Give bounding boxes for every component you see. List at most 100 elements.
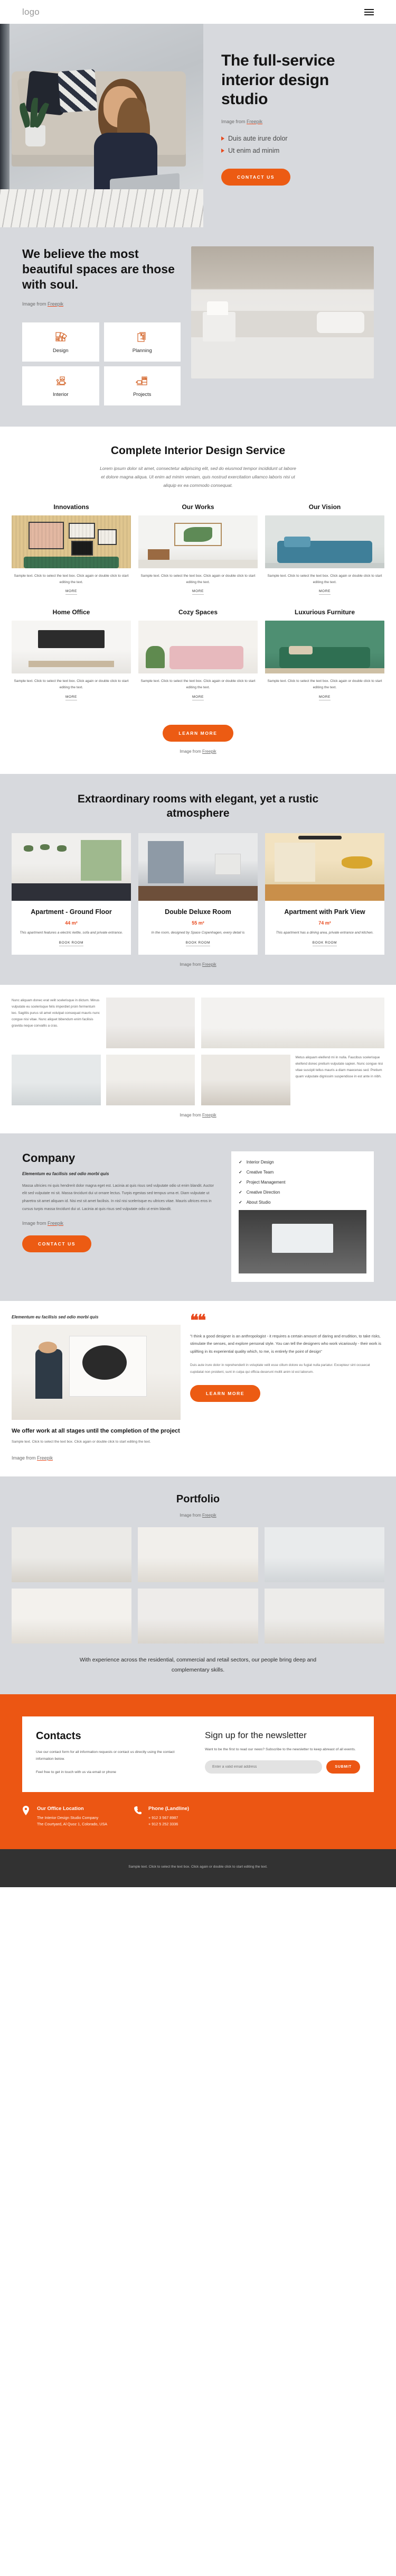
rooms-section: Extraordinary rooms with elegant, yet a … (0, 773, 396, 985)
credit-link[interactable]: Freepik (48, 1221, 63, 1226)
art-image (12, 1324, 181, 1420)
company-contact-button[interactable]: CONTACT US (22, 1235, 92, 1253)
service-card-more-link[interactable]: MORE (192, 695, 204, 700)
service-card-more-link[interactable]: MORE (192, 589, 204, 595)
hero-content: The full-service interior design studio … (203, 24, 396, 227)
checklist-item[interactable]: ✓ Interior Design (239, 1160, 366, 1165)
service-card-image (265, 621, 384, 674)
credit-prefix: Image from (180, 1112, 202, 1118)
credit-prefix: Image from (180, 1512, 202, 1518)
checklist-item[interactable]: ✓ Creative Team (239, 1170, 366, 1175)
company-lead: Elementum eu facilisis sed odio morbi qu… (22, 1171, 109, 1176)
feature-card-label: Projects (133, 392, 152, 398)
service-card: Our Vision Sample text. Click to select … (265, 503, 384, 595)
art-text: Sample text. Click to select the text bo… (12, 1440, 151, 1444)
room-card[interactable]: Apartment - Ground Floor 44 m² This apar… (12, 833, 131, 955)
feature-card-design[interactable]: Design (22, 322, 99, 362)
credit-link[interactable]: Freepik (247, 119, 262, 124)
portfolio-image[interactable] (12, 1588, 132, 1644)
color-palette-icon (55, 332, 67, 341)
service-card: Our Works Sample text. Click to select t… (138, 503, 258, 595)
service-card-image (138, 515, 258, 569)
contact-info-column: Contacts Use our contact form for all in… (36, 1730, 189, 1776)
hero-image-credit: Image from Freepik (221, 119, 378, 124)
service-card-text: Sample text. Click to select the text bo… (140, 574, 256, 584)
contacts-paragraph-2: Feel free to get in touch with us via em… (36, 1770, 116, 1775)
art-quote-section: Elementum eu facilisis sed odio morbi qu… (0, 1300, 396, 1476)
feature-card-label: Planning (132, 348, 152, 354)
hero-image (0, 24, 203, 227)
rooms-image-credit: Image from Freepik (12, 962, 384, 967)
service-card-title: Our Works (182, 503, 214, 511)
hero-bullet-list: Duis aute irure dolor Ut enim ad minim (221, 135, 378, 154)
room-card-book-link[interactable]: BOOK ROOM (59, 941, 84, 946)
service-card-image (12, 515, 131, 569)
company-content: Company Elementum eu facilisis sed odio … (22, 1151, 218, 1282)
credit-link[interactable]: Freepik (202, 1113, 216, 1118)
checklist-label: Creative Direction (246, 1189, 280, 1195)
newsletter-submit-button[interactable]: SUBMIT (326, 1760, 360, 1774)
service-card: Cozy Spaces Sample text. Click to select… (138, 608, 258, 700)
portfolio-image[interactable] (138, 1527, 258, 1582)
portfolio-image[interactable] (138, 1588, 258, 1644)
art-image-credit: Image from Freepik (12, 1455, 181, 1461)
room-card[interactable]: Double Deluxe Room 55 m² In the room, de… (138, 833, 258, 955)
service-card-text: Sample text. Click to select the text bo… (14, 574, 129, 584)
armchair-lamp-icon (56, 376, 66, 385)
room-card-title: Apartment - Ground Floor (31, 908, 112, 916)
check-icon: ✓ (239, 1169, 242, 1175)
credit-link[interactable]: Freepik (202, 1513, 216, 1518)
checklist-item[interactable]: ✓ Creative Direction (239, 1190, 366, 1195)
believe-image (191, 246, 374, 378)
checklist-item[interactable]: ✓ Project Management (239, 1180, 366, 1185)
service-card-more-link[interactable]: MORE (65, 695, 77, 700)
hero-contact-button[interactable]: CONTACT US (221, 168, 291, 186)
portfolio-image[interactable] (264, 1588, 384, 1644)
quote-learn-more-button[interactable]: LEARN MORE (190, 1385, 261, 1402)
service-learn-more-button[interactable]: LEARN MORE (163, 724, 233, 742)
phone-block: Phone (Landline) + 912 3 567 8987 + 912 … (134, 1806, 189, 1828)
phone-line-1: + 912 3 567 8987 (148, 1815, 178, 1820)
hamburger-menu-icon[interactable] (364, 8, 374, 15)
service-subtitle: Lorem ipsum dolor sit amet, consectetur … (100, 466, 296, 488)
check-icon: ✓ (239, 1179, 242, 1185)
gallery-image (201, 1054, 290, 1105)
service-card-more-link[interactable]: MORE (65, 589, 77, 595)
room-card-text: This apartment has a dining area, privat… (276, 930, 374, 935)
feature-card-interior[interactable]: Interior (22, 366, 99, 406)
service-card-more-link[interactable]: MORE (319, 695, 331, 700)
service-card-more-link[interactable]: MORE (319, 589, 331, 595)
credit-link[interactable]: Freepik (37, 1455, 53, 1461)
credit-link[interactable]: Freepik (202, 749, 216, 754)
room-card-book-link[interactable]: BOOK ROOM (185, 941, 211, 946)
newsletter-form: SUBMIT (205, 1760, 360, 1774)
check-icon: ✓ (239, 1189, 242, 1195)
portfolio-image[interactable] (264, 1527, 384, 1582)
credit-prefix: Image from (221, 118, 247, 124)
believe-content: We believe the most beautiful spaces are… (22, 246, 181, 406)
room-card-text: This apartment features a electric kettl… (20, 930, 123, 935)
room-card-book-link[interactable]: BOOK ROOM (312, 941, 337, 946)
newsletter-email-input[interactable] (205, 1760, 323, 1774)
hero-title: The full-service interior design studio (221, 52, 335, 108)
room-card-image (12, 833, 131, 901)
portfolio-title: Portfolio (176, 1493, 220, 1505)
contact-card: Contacts Use our contact form for all in… (22, 1716, 374, 1792)
location-pin-icon (22, 1805, 31, 1828)
site-logo[interactable]: logo (22, 7, 40, 17)
contacts-section: Contacts Use our contact form for all in… (0, 1694, 396, 1849)
site-header: logo (0, 0, 396, 24)
service-card-title: Cozy Spaces (178, 608, 218, 616)
credit-link[interactable]: Freepik (202, 962, 216, 967)
room-card[interactable]: Apartment with Park View 74 m² This apar… (265, 833, 384, 955)
room-card-text: In the room, designed by Space Copenhage… (151, 930, 245, 935)
checklist-item[interactable]: ✓ About Studio (239, 1200, 366, 1205)
service-card-grid-row1: Innovations Sample text. Click to select… (12, 503, 384, 595)
gallery-row-1: Nunc aliquam donec erat velit scelerisqu… (12, 997, 384, 1048)
credit-link[interactable]: Freepik (48, 301, 63, 307)
feature-card-projects[interactable]: Projects (103, 366, 181, 406)
office-location-block: Our Office Location The Interior Design … (22, 1805, 107, 1828)
feature-card-planning[interactable]: Planning (103, 322, 181, 362)
portfolio-image[interactable] (12, 1527, 132, 1582)
company-image (239, 1209, 366, 1273)
